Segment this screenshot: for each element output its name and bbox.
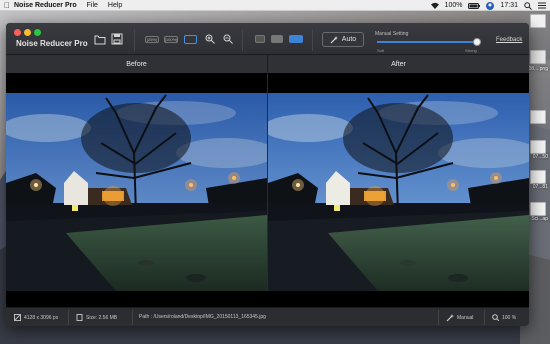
after-header: After	[268, 55, 529, 73]
close-window-button[interactable]	[14, 29, 21, 36]
single-view-button[interactable]	[255, 35, 265, 43]
notification-center-icon[interactable]	[538, 2, 546, 9]
auto-label: Auto	[341, 36, 357, 43]
zoom-out-icon[interactable]	[223, 34, 233, 44]
mode-label[interactable]: Manual	[457, 315, 473, 321]
desktop-file-icon[interactable]	[530, 170, 546, 184]
desktop-file-icon[interactable]	[530, 202, 546, 216]
zoom-level[interactable]: 100 %	[502, 315, 516, 321]
letterbox-bottom	[6, 291, 529, 307]
wifi-icon[interactable]	[430, 2, 439, 9]
apple-icon[interactable]: 	[0, 1, 14, 10]
desktop-file-icon[interactable]	[530, 14, 546, 28]
clock[interactable]: 17:31	[500, 2, 518, 9]
menu-app-name[interactable]: Noise Reducer Pro	[14, 2, 77, 9]
file-path: Path : /Users/roland/Desktop/IMG_2015011…	[139, 314, 266, 320]
toolbar: Noise Reducer Pro [25%] [100%] Auto Manu…	[6, 23, 529, 55]
zoom-window-button[interactable]	[34, 29, 41, 36]
desktop-file-icon[interactable]	[530, 110, 546, 124]
noise-slider-track[interactable]	[377, 38, 481, 46]
slider-max-label: Strong	[465, 48, 477, 53]
desktop-file-icon[interactable]	[530, 140, 546, 154]
file-size-icon	[76, 314, 83, 321]
menu-bar:  Noise Reducer Pro File Help 100% 17:31	[0, 0, 550, 11]
zoom-25-button[interactable]: [25%]	[145, 36, 159, 43]
toolbar-divider	[134, 29, 135, 51]
file-size: Size: 2.56 MB	[86, 314, 118, 321]
slider-min-label: Soft	[377, 48, 385, 53]
minimize-window-button[interactable]	[24, 29, 31, 36]
noise-slider-fill	[377, 41, 477, 43]
before-header: Before	[6, 55, 267, 73]
magic-wand-icon	[330, 35, 338, 43]
dimensions-icon	[14, 314, 21, 321]
desktop-file-icon[interactable]	[530, 50, 546, 64]
status-divider	[68, 310, 69, 325]
toolbar-divider	[312, 29, 313, 51]
menu-help[interactable]: Help	[108, 2, 122, 9]
spotlight-icon[interactable]	[524, 1, 532, 10]
noise-slider-handle[interactable]	[473, 38, 481, 46]
side-by-side-view-button[interactable]	[289, 35, 303, 43]
user-icon[interactable]	[486, 1, 495, 10]
zoom-icon	[492, 314, 499, 321]
magic-wand-icon	[446, 314, 454, 322]
before-image[interactable]	[6, 93, 267, 291]
fit-window-button[interactable]	[184, 35, 197, 44]
status-divider	[132, 310, 133, 325]
feedback-link[interactable]: Feedback	[496, 37, 522, 43]
zoom-in-icon[interactable]	[205, 34, 215, 44]
app-window: Noise Reducer Pro [25%] [100%] Auto Manu…	[6, 23, 529, 326]
zoom-100-button[interactable]: [100%]	[164, 36, 178, 43]
menu-file[interactable]: File	[87, 2, 98, 9]
app-title: Noise Reducer Pro	[16, 39, 88, 48]
manual-setting-label: Manual Setting	[375, 31, 409, 37]
status-divider	[438, 310, 439, 325]
after-letterbox-top	[268, 73, 529, 93]
battery-icon[interactable]	[468, 2, 481, 9]
open-folder-icon[interactable]	[94, 33, 106, 45]
save-icon[interactable]	[111, 33, 123, 45]
toolbar-divider	[242, 29, 243, 51]
before-letterbox-top	[6, 73, 267, 93]
status-divider	[484, 310, 485, 325]
auto-button[interactable]: Auto	[322, 32, 364, 47]
split-view-button[interactable]	[271, 35, 283, 43]
image-dimensions: 4128 x 3096 px	[24, 314, 59, 321]
status-bar: 4128 x 3096 px Size: 2.56 MB Path : /Use…	[6, 307, 529, 326]
after-image[interactable]	[268, 93, 529, 291]
battery-percent: 100%	[444, 2, 463, 9]
